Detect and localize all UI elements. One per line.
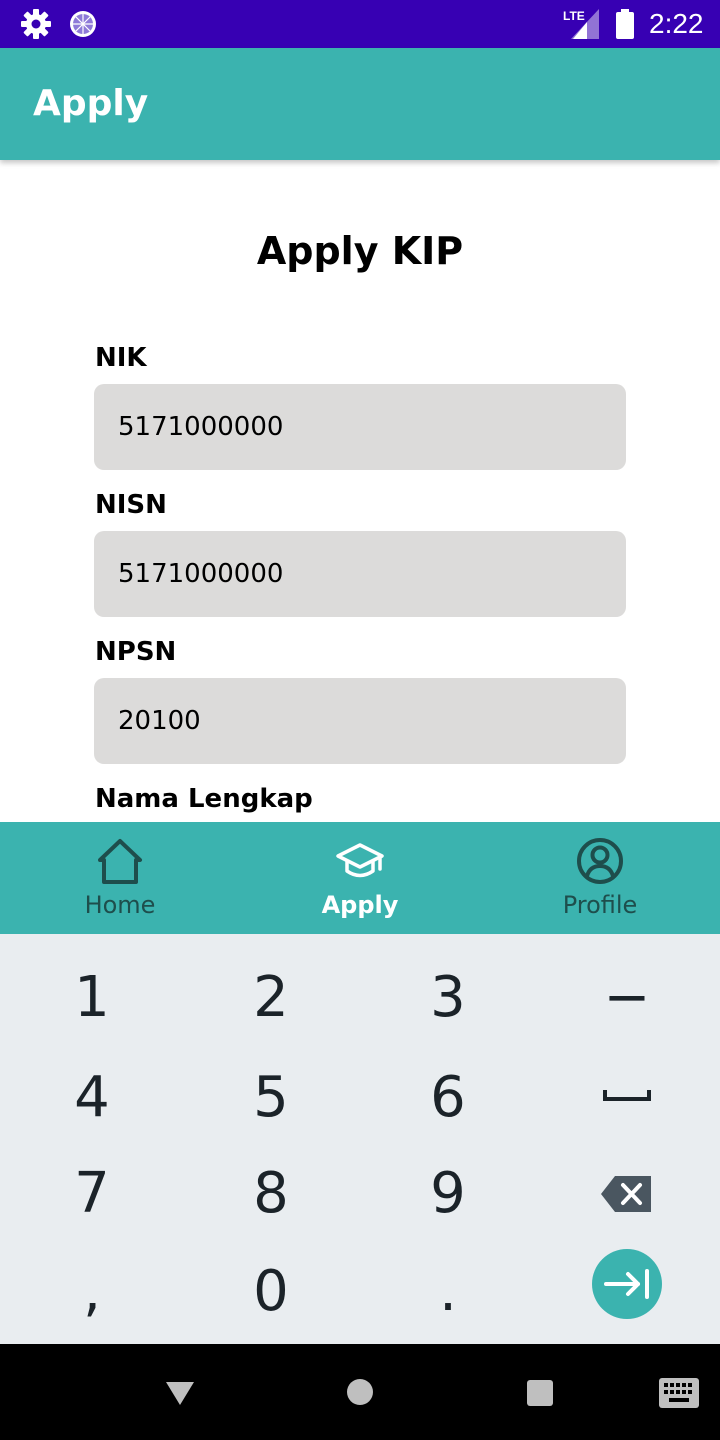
key-minus[interactable]: − — [567, 948, 687, 1048]
key-9[interactable]: 9 — [388, 1144, 508, 1244]
space-key-icon[interactable] — [603, 1088, 651, 1102]
key-3[interactable]: 3 — [388, 948, 508, 1048]
key-0[interactable]: 0 — [211, 1242, 331, 1342]
profile-icon — [577, 838, 623, 884]
npsn-label: NPSN — [95, 637, 177, 667]
app-bar: Apply — [0, 48, 720, 160]
key-2[interactable]: 2 — [211, 948, 331, 1048]
nisn-label: NISN — [95, 490, 167, 520]
battery-icon — [616, 9, 634, 39]
nik-input[interactable]: 5171000000 — [94, 384, 626, 470]
home-icon — [98, 839, 142, 884]
form-content: Apply KIP NIK 5171000000 NISN 5171000000… — [0, 160, 720, 822]
nav-item-apply[interactable]: Apply — [240, 822, 480, 934]
app-bar-title: Apply — [33, 83, 149, 124]
key-7[interactable]: 7 — [32, 1144, 152, 1244]
backspace-icon[interactable] — [601, 1176, 653, 1212]
nav-label-home: Home — [84, 891, 156, 919]
signal-icon: LTE — [563, 9, 599, 39]
clock-time: 2:22 — [649, 8, 704, 39]
key-5[interactable]: 5 — [211, 1048, 331, 1148]
nav-item-profile[interactable]: Profile — [480, 822, 720, 934]
npsn-input[interactable]: 20100 — [94, 678, 626, 764]
back-triangle-icon[interactable] — [166, 1380, 194, 1406]
nav-label-profile: Profile — [562, 891, 638, 919]
key-period[interactable]: . — [388, 1242, 508, 1342]
keyboard-switch-icon[interactable] — [659, 1378, 699, 1408]
numeric-keyboard: 1 2 3 − 4 5 6 7 8 9 , 0 . — [0, 934, 720, 1344]
nav-label-apply: Apply — [321, 891, 399, 919]
home-circle-icon[interactable] — [346, 1378, 374, 1406]
key-8[interactable]: 8 — [211, 1144, 331, 1244]
network-label: LTE — [563, 9, 585, 23]
nisn-input[interactable]: 5171000000 — [94, 531, 626, 617]
bottom-navigation: Home Apply Profile — [0, 822, 720, 934]
key-comma[interactable]: , — [32, 1242, 152, 1342]
next-arrow-icon[interactable] — [592, 1249, 662, 1319]
system-navigation-bar — [0, 1344, 720, 1440]
key-6[interactable]: 6 — [388, 1048, 508, 1148]
key-1[interactable]: 1 — [32, 948, 152, 1048]
nama-lengkap-label: Nama Lengkap — [95, 784, 313, 814]
form-title: Apply KIP — [256, 229, 464, 273]
status-bar: LTE 2:22 — [0, 0, 720, 48]
nik-label: NIK — [95, 343, 147, 373]
recents-square-icon[interactable] — [527, 1380, 553, 1406]
settings-gear-icon — [21, 9, 51, 39]
graduation-cap-icon — [336, 843, 384, 878]
nav-item-home[interactable]: Home — [0, 822, 240, 934]
loading-circle-icon — [70, 11, 96, 37]
key-4[interactable]: 4 — [32, 1048, 152, 1148]
